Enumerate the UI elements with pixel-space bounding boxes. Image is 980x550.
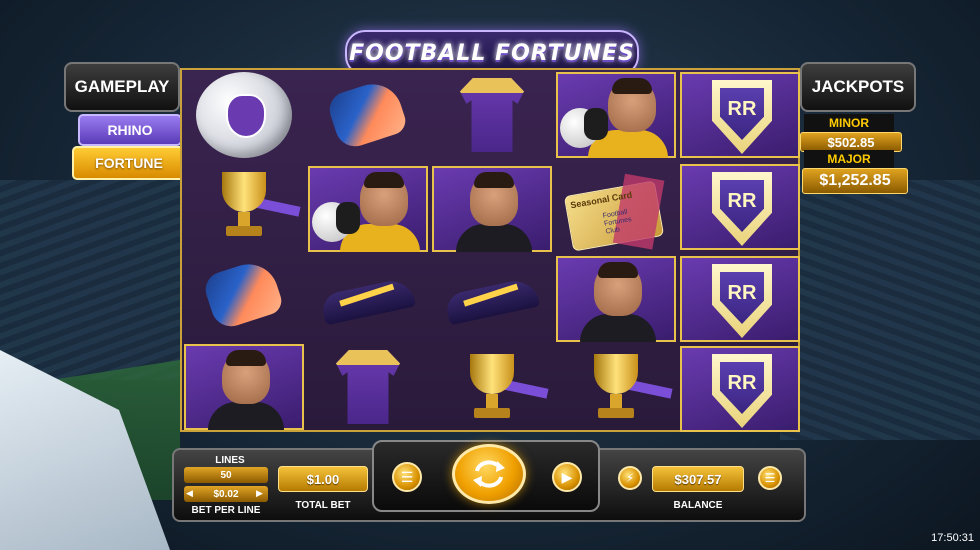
total-bet-label: TOTAL BET	[295, 500, 351, 511]
lines-value: 50	[184, 467, 268, 483]
boot-symbol	[432, 256, 552, 342]
trophy-icon	[184, 162, 304, 248]
chevron-right-icon: ▶	[256, 488, 263, 498]
total-bet-value[interactable]: $1.00	[278, 466, 368, 492]
shield-monogram: RR	[727, 98, 757, 120]
trophy-symbol	[184, 162, 304, 248]
balance-label: BALANCE	[673, 500, 723, 511]
jersey-icon	[336, 350, 400, 424]
club-shield-icon: RR	[682, 74, 798, 156]
referee-symbol	[184, 344, 304, 430]
shield-monogram: RR	[727, 190, 757, 212]
goalkeeper-symbol	[556, 72, 676, 158]
mode-fortune-button[interactable]: FORTUNE	[72, 146, 186, 180]
glove-symbol	[184, 252, 304, 338]
bet-per-line-value: $0.02	[213, 488, 239, 500]
jackpot-major-value: $1,252.85	[802, 168, 908, 194]
boot-symbol	[308, 256, 428, 342]
jackpot-major-label: MAJOR	[804, 150, 894, 168]
menu-button[interactable]: ☰	[758, 466, 782, 490]
football-icon	[196, 72, 292, 158]
referee-symbol	[556, 256, 676, 342]
bet-per-line-label: BET PER LINE	[191, 505, 261, 516]
spin-button[interactable]	[452, 444, 526, 504]
club-shield-icon: RR	[682, 258, 798, 340]
mode-rhino-label: RHINO	[107, 122, 153, 138]
goalkeeper-glove-icon	[201, 256, 285, 332]
shield-monogram: RR	[727, 282, 757, 304]
club-shield-icon: RR	[682, 166, 798, 248]
ball-symbol	[184, 72, 304, 158]
shield-symbol: RR	[680, 256, 800, 342]
referee-icon	[434, 168, 550, 252]
reel-grid: Seasonal Card Football Fortunes Club RR …	[180, 68, 800, 432]
trophy-symbol	[432, 344, 552, 430]
autoplay-icon: ▶	[561, 468, 573, 485]
stadium-stands-right	[780, 180, 980, 440]
stadium-stands-left	[0, 180, 200, 380]
turbo-button[interactable]: ⚡	[618, 466, 642, 490]
goalkeeper-symbol	[308, 166, 428, 252]
referee-icon	[558, 258, 674, 342]
jackpot-minor-label: MINOR	[804, 114, 894, 132]
jackpots-heading: JACKPOTS	[811, 77, 905, 96]
reel-1	[182, 70, 306, 430]
shield-symbol: RR	[680, 346, 800, 432]
shirt-symbol	[308, 344, 428, 430]
info-icon: ☰	[400, 468, 414, 485]
clock: 17:50:31	[931, 532, 974, 544]
goalkeeper-glove-icon	[325, 76, 409, 152]
football-boot-icon	[443, 276, 541, 326]
spin-arrows-icon	[473, 460, 505, 488]
jersey-icon	[460, 78, 524, 152]
shield-symbol: RR	[680, 164, 800, 250]
card-symbol: Seasonal Card Football Fortunes Club	[556, 166, 676, 252]
lightning-icon: ⚡	[625, 471, 635, 485]
gameplay-heading: GAMEPLAY	[74, 77, 170, 96]
mode-rhino-button[interactable]: RHINO	[78, 114, 182, 146]
jackpot-minor-value: $502.85	[800, 132, 902, 152]
bet-decrease-button[interactable]: ◀	[186, 488, 198, 500]
reel-3	[430, 70, 554, 430]
shirt-symbol	[432, 72, 552, 158]
trophy-icon	[432, 344, 552, 430]
shield-symbol: RR	[680, 72, 800, 158]
lines-label: LINES	[215, 455, 245, 466]
shield-monogram: RR	[727, 372, 757, 394]
gameplay-panel-header: GAMEPLAY	[64, 62, 180, 112]
trophy-icon	[556, 344, 676, 430]
glove-symbol	[308, 72, 428, 158]
referee-icon	[186, 346, 302, 430]
info-button[interactable]: ☰	[392, 462, 422, 492]
reel-2	[306, 70, 430, 430]
goalkeeper-icon	[558, 74, 674, 158]
bet-increase-button[interactable]: ▶	[256, 488, 268, 500]
menu-icon: ☰	[764, 471, 776, 485]
seasonal-card-icon: Seasonal Card Football Fortunes Club	[563, 173, 665, 252]
club-shield-icon: RR	[682, 348, 798, 430]
jackpots-panel-header: JACKPOTS	[800, 62, 916, 112]
game-title: FOOTBALL FORTUNES	[349, 40, 635, 66]
goalkeeper-icon	[310, 168, 426, 252]
chevron-left-icon: ◀	[186, 488, 193, 498]
reel-5: RR RR RR RR	[678, 70, 802, 432]
referee-symbol	[432, 166, 552, 252]
autoplay-button[interactable]: ▶	[552, 462, 582, 492]
mode-fortune-label: FORTUNE	[95, 155, 163, 171]
reel-4: Seasonal Card Football Fortunes Club	[554, 70, 678, 430]
balance-value: $307.57	[652, 466, 744, 492]
football-boot-icon	[319, 276, 417, 326]
trophy-symbol	[556, 344, 676, 430]
